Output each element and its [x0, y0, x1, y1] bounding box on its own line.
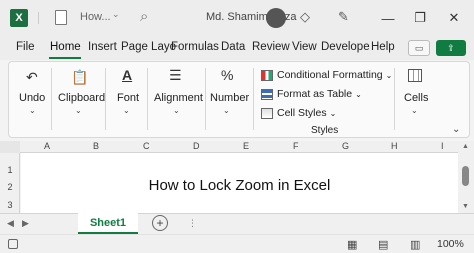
- tab-data[interactable]: Data: [221, 41, 245, 53]
- cell-styles-label: Cell Styles: [277, 107, 327, 119]
- title-divider: [38, 12, 39, 24]
- ribbon-divider: [253, 68, 254, 130]
- percent-icon[interactable]: %: [221, 67, 233, 83]
- column-header[interactable]: G: [342, 141, 349, 151]
- column-header[interactable]: H: [391, 141, 398, 151]
- merged-title-cell[interactable]: How to Lock Zoom in Excel: [21, 177, 458, 194]
- pen-icon[interactable]: ✎: [338, 9, 349, 25]
- chevron-down-icon: ⌄: [329, 108, 337, 118]
- format-as-table-button[interactable]: Format as Table ⌄: [261, 86, 362, 102]
- select-all-corner[interactable]: [0, 141, 20, 153]
- document-icon: [55, 10, 67, 25]
- worksheet-grid[interactable]: How to Lock Zoom in Excel: [21, 153, 458, 213]
- undo-icon[interactable]: ↶: [26, 69, 38, 86]
- close-button[interactable]: ✕: [436, 0, 472, 36]
- font-color-icon[interactable]: A: [122, 67, 132, 83]
- alignment-label[interactable]: Alignment: [154, 92, 203, 104]
- ribbon-divider: [147, 68, 148, 130]
- clipboard-chevron-icon[interactable]: ⌄: [75, 106, 82, 115]
- scroll-up-icon[interactable]: ▲: [462, 143, 469, 150]
- diamond-icon[interactable]: ◇: [300, 9, 310, 25]
- tab-help[interactable]: Help: [371, 41, 395, 53]
- cells-chevron-icon[interactable]: ⌄: [411, 106, 418, 115]
- search-icon[interactable]: ⌕: [140, 8, 148, 25]
- vertical-scroll-thumb[interactable]: [462, 166, 469, 186]
- avatar[interactable]: [266, 8, 286, 28]
- conditional-formatting-label: Conditional Formatting: [277, 69, 383, 81]
- excel-logo-icon: X: [10, 9, 28, 27]
- normal-view-icon[interactable]: ▦: [347, 238, 357, 251]
- chevron-down-icon: ⌄: [355, 89, 362, 99]
- number-label[interactable]: Number: [210, 92, 249, 104]
- page-break-view-icon[interactable]: ▥: [410, 238, 420, 251]
- add-sheet-icon[interactable]: +: [152, 215, 168, 231]
- more-options-icon[interactable]: ⋮: [188, 218, 197, 229]
- undo-label[interactable]: Undo: [19, 92, 45, 104]
- cell-styles-button[interactable]: Cell Styles ⌄: [261, 105, 336, 121]
- column-header[interactable]: F: [293, 141, 299, 151]
- title-bar: X How... ⌄ ⌕ Md. Shamim Reza ◇ ✎ — ❐ ✕: [0, 0, 474, 36]
- row-header[interactable]: 2: [0, 182, 20, 192]
- sheet-nav-prev-icon[interactable]: ◀: [7, 218, 14, 229]
- column-header-bar: A B C D E F G H I: [0, 141, 458, 153]
- conditional-formatting-button[interactable]: Conditional Formatting ⌄: [261, 67, 392, 83]
- chevron-down-icon: ⌄: [385, 70, 393, 80]
- clipboard-icon[interactable]: 📋: [71, 69, 88, 86]
- tab-formulas[interactable]: Formulas: [171, 41, 219, 53]
- accessibility-icon[interactable]: [8, 239, 18, 249]
- sheet-tab[interactable]: Sheet1: [78, 213, 138, 234]
- number-chevron-icon[interactable]: ⌄: [223, 106, 230, 115]
- ribbon-divider: [105, 68, 106, 130]
- status-bar: ▦ ▤ ▥ 100%: [0, 234, 474, 253]
- tab-home[interactable]: Home: [50, 41, 81, 53]
- column-header[interactable]: I: [441, 141, 444, 151]
- ribbon-collapse-icon[interactable]: ⌄: [452, 124, 460, 135]
- cells-label[interactable]: Cells: [404, 92, 428, 104]
- column-header[interactable]: C: [143, 141, 150, 151]
- ribbon-divider: [51, 68, 52, 130]
- scroll-down-icon[interactable]: ▼: [462, 203, 469, 210]
- tab-view[interactable]: View: [292, 41, 317, 53]
- tab-page-layout[interactable]: Page Layo: [121, 41, 176, 53]
- conditional-formatting-icon: [261, 69, 273, 81]
- cells-icon[interactable]: [408, 69, 422, 82]
- row-header-bar: 1 2 3: [0, 153, 20, 213]
- alignment-chevron-icon[interactable]: ⌄: [173, 106, 180, 115]
- row-header[interactable]: 1: [0, 165, 20, 175]
- share-icon[interactable]: ⇪: [436, 40, 466, 56]
- format-as-table-label: Format as Table: [277, 88, 353, 100]
- column-header[interactable]: E: [243, 141, 249, 151]
- zoom-level[interactable]: 100%: [437, 238, 464, 250]
- sheet-nav-next-icon[interactable]: ▶: [22, 218, 29, 229]
- chevron-down-icon[interactable]: ⌄: [112, 9, 120, 20]
- cell-styles-icon: [261, 107, 273, 119]
- clipboard-label[interactable]: Clipboard: [58, 92, 105, 104]
- tab-review[interactable]: Review: [252, 41, 290, 53]
- column-header[interactable]: D: [193, 141, 200, 151]
- sheet-tab-bar: ◀ ▶: [0, 213, 474, 234]
- tab-insert[interactable]: Insert: [88, 41, 117, 53]
- font-chevron-icon[interactable]: ⌄: [123, 106, 130, 115]
- column-header[interactable]: A: [44, 141, 50, 151]
- undo-chevron-icon[interactable]: ⌄: [29, 106, 36, 115]
- ribbon-divider: [394, 68, 395, 130]
- column-header[interactable]: B: [93, 141, 99, 151]
- restore-button[interactable]: ❐: [402, 0, 438, 36]
- font-label[interactable]: Font: [117, 92, 139, 104]
- format-as-table-icon: [261, 88, 273, 100]
- row-header[interactable]: 3: [0, 200, 20, 210]
- excel-window: X How... ⌄ ⌕ Md. Shamim Reza ◇ ✎ — ❐ ✕ F…: [0, 0, 474, 253]
- alignment-icon[interactable]: ☰: [169, 67, 182, 84]
- tab-file[interactable]: File: [16, 41, 35, 53]
- ribbon-divider: [205, 68, 206, 130]
- active-tab-indicator: [49, 57, 81, 59]
- page-layout-view-icon[interactable]: ▤: [378, 238, 388, 251]
- document-title[interactable]: How...: [80, 11, 111, 23]
- comments-icon[interactable]: ▭: [408, 40, 430, 56]
- styles-group-label: Styles: [311, 125, 339, 136]
- minimize-button[interactable]: —: [370, 0, 406, 36]
- tab-developer[interactable]: Develope: [321, 41, 370, 53]
- ribbon-panel: ↶ Undo ⌄ 📋 Clipboard ⌄ A Font ⌄ ☰ Alignm…: [8, 61, 470, 138]
